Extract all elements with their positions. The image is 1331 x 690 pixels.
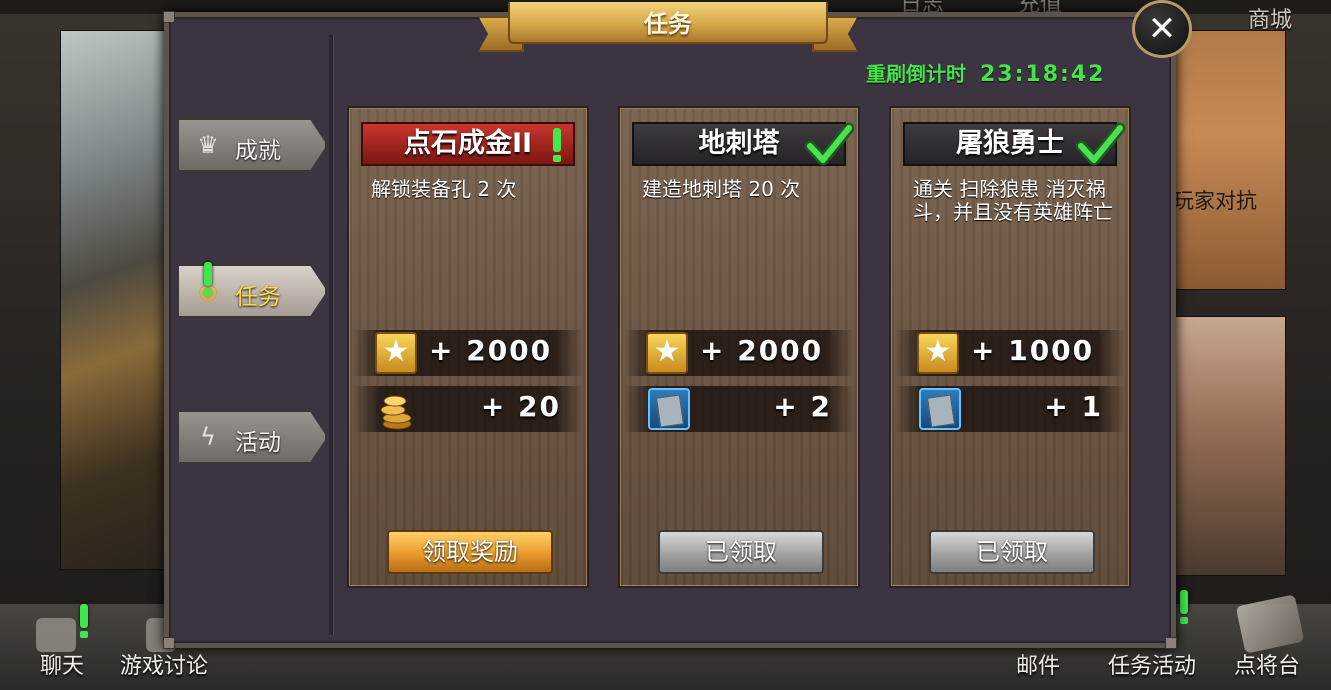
- reward-row: ★ + 1000: [895, 330, 1125, 376]
- star-icon: ★: [646, 332, 688, 374]
- chat-button[interactable]: 聊天: [40, 648, 84, 680]
- reward-amount: + 2000: [429, 334, 553, 367]
- refresh-timer: 重刷倒计时 23:18:42: [866, 58, 1105, 87]
- pvp-label: 玩家对抗: [1173, 189, 1257, 213]
- tab-label: 任务: [235, 284, 281, 310]
- reward-row: + 20: [353, 386, 583, 432]
- close-icon: ✕: [1147, 9, 1177, 49]
- task-title: 点石成金II: [361, 122, 575, 166]
- dialog-corner: [163, 11, 175, 23]
- timer-label: 重刷倒计时: [866, 62, 966, 86]
- checkmark-icon: [1075, 122, 1125, 166]
- discussion-button[interactable]: 游戏讨论: [120, 648, 208, 680]
- dialog-corner: [1165, 637, 1177, 649]
- claimed-button[interactable]: 已领取: [929, 530, 1095, 574]
- star-icon: ★: [375, 332, 417, 374]
- dialog-corner: [163, 637, 175, 649]
- task-title-text: 屠狼勇士: [956, 128, 1064, 159]
- tiger-card-icon: [919, 388, 961, 430]
- tab-label: 活动: [235, 430, 281, 456]
- checkmark-icon: [804, 122, 854, 166]
- tasks-alert-icon: [204, 262, 212, 296]
- reward-row: ★ + 2000: [624, 330, 854, 376]
- sidebar-divider: [329, 35, 333, 635]
- star-icon: ★: [917, 332, 959, 374]
- reward-amount: + 2000: [700, 334, 824, 367]
- reward-amount: + 1000: [971, 334, 1095, 367]
- crown-icon: ♛: [197, 131, 219, 159]
- tiger-card-icon: [648, 388, 690, 430]
- claim-reward-button[interactable]: 领取奖励: [387, 530, 553, 574]
- tab-tasks[interactable]: ◉ 任务: [177, 264, 327, 318]
- task-activity-alert-icon: [1180, 590, 1188, 624]
- tab-achievements[interactable]: ♛ 成就: [177, 118, 327, 172]
- dialog-title: 任务: [644, 10, 692, 38]
- pvp-panel[interactable]: 玩家对抗: [1170, 30, 1286, 290]
- general-stage-button[interactable]: 点将台: [1234, 648, 1300, 680]
- reward-row: ★ + 2000: [353, 330, 583, 376]
- exclamation-icon: [553, 128, 563, 162]
- battle-artwork-panel[interactable]: [1170, 316, 1286, 576]
- task-description: 解锁装备孔 2 次: [371, 177, 517, 201]
- reward-amount: + 2: [773, 390, 832, 423]
- chat-icon[interactable]: [36, 618, 76, 652]
- task-card: 点石成金II 解锁装备孔 2 次 ★ + 2000 + 20 领取奖励: [347, 106, 589, 588]
- task-card: 屠狼勇士 通关 扫除狼患 消灭祸斗，并且没有英雄阵亡 ★ + 1000 + 1 …: [889, 106, 1131, 588]
- task-card: 地刺塔 建造地刺塔 20 次 ★ + 2000 + 2 已领取: [618, 106, 860, 588]
- lightning-icon: ϟ: [200, 423, 216, 451]
- chat-alert-icon: [80, 604, 88, 638]
- tab-label: 成就: [235, 138, 281, 164]
- task-title: 屠狼勇士: [903, 122, 1125, 166]
- task-description: 建造地刺塔 20 次: [642, 177, 801, 201]
- gold-coins-icon: [380, 395, 412, 430]
- task-activity-button[interactable]: 任务活动: [1108, 648, 1196, 680]
- mail-button[interactable]: 邮件: [1016, 648, 1060, 680]
- task-description: 通关 扫除狼患 消灭祸斗，并且没有英雄阵亡: [913, 177, 1113, 224]
- reward-row: + 1: [895, 386, 1125, 432]
- reward-amount: + 1: [1044, 390, 1103, 423]
- claimed-button[interactable]: 已领取: [658, 530, 824, 574]
- reward-amount: + 20: [480, 390, 561, 423]
- timer-value: 23:18:42: [980, 62, 1106, 87]
- task-title-text: 点石成金II: [403, 128, 533, 159]
- task-title-text: 地刺塔: [698, 128, 780, 159]
- tab-activities[interactable]: ϟ 活动: [177, 410, 327, 464]
- reward-row: + 2: [624, 386, 854, 432]
- hero-artwork: [60, 30, 170, 570]
- task-title: 地刺塔: [632, 122, 854, 166]
- close-button[interactable]: ✕: [1132, 0, 1192, 58]
- title-banner: 任务: [478, 2, 858, 58]
